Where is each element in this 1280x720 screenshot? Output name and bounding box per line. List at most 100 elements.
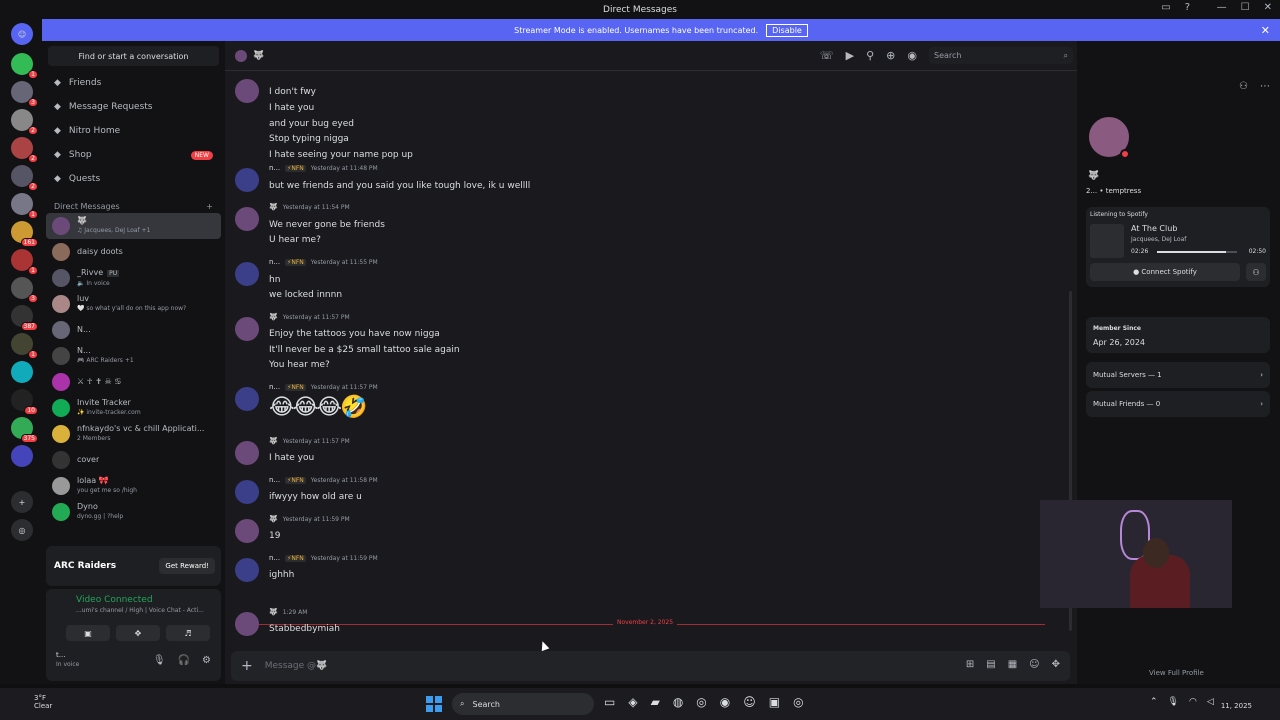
message-author[interactable]: 🐺 xyxy=(269,608,278,616)
nav-quests[interactable]: ◆ Quests xyxy=(42,167,225,191)
headphones-icon[interactable]: 🎧 xyxy=(178,655,190,666)
nav-nitro-home[interactable]: ◆ Nitro Home xyxy=(42,119,225,143)
connect-spotify-button[interactable]: ● Connect Spotify xyxy=(1090,263,1240,281)
task-view-icon[interactable]: ▭ xyxy=(604,695,615,709)
nav-friends[interactable]: ◆ Friends xyxy=(42,71,225,95)
obs-icon[interactable]: ◉ xyxy=(720,695,730,709)
weather-widget[interactable]: 3°F Clear xyxy=(34,694,52,710)
listen-along-button[interactable]: ⚇ xyxy=(1246,263,1266,281)
discord-home-icon[interactable]: ☺ xyxy=(11,23,33,45)
profile-toggle-icon[interactable]: ◉ xyxy=(907,49,917,62)
steam-app-icon[interactable]: ◎ xyxy=(793,695,803,709)
message-author[interactable]: n... xyxy=(269,476,280,484)
dm-item[interactable]: daisy doots xyxy=(46,239,221,265)
edge-icon[interactable]: ◍ xyxy=(673,695,683,709)
clipchamp-icon[interactable]: ▣ xyxy=(769,695,780,709)
add-friend-icon[interactable]: ⚇ xyxy=(1239,81,1248,92)
settings-icon[interactable]: ⚙ xyxy=(202,655,211,666)
activity-button[interactable]: ✥ xyxy=(116,625,160,641)
tray-mic-icon[interactable]: 🎙 xyxy=(1168,697,1179,707)
file-explorer-icon[interactable]: ▰ xyxy=(651,695,660,709)
wifi-icon[interactable]: ◠ xyxy=(1189,697,1197,707)
dm-item[interactable]: nfnkaydo's vc & chill Applicati... 2 Memb… xyxy=(46,421,221,447)
dm-item[interactable]: luv 🤍 so what y'all do on this app now? xyxy=(46,291,221,317)
message-avatar[interactable] xyxy=(235,441,259,465)
mutual-friends-row[interactable]: Mutual Friends — 0 › xyxy=(1086,391,1270,417)
server-icon[interactable]: 375 xyxy=(11,417,38,443)
dm-item[interactable]: _Rivve PU 🔈 In voice xyxy=(46,265,221,291)
voice-channel[interactable]: ...umi's channel / High | Voice Chat - A… xyxy=(76,607,204,614)
message-avatar[interactable] xyxy=(235,480,259,504)
message-author[interactable]: n... xyxy=(269,383,280,391)
message-author[interactable]: n... xyxy=(269,258,280,266)
composer-input[interactable]: Message @🐺 xyxy=(265,661,328,671)
dm-item[interactable]: 🐺 ♫ Jacquees, DeJ Loaf +1 xyxy=(46,213,221,239)
dm-item[interactable]: Dyno dyno.gg | ?help xyxy=(46,499,221,525)
search-input[interactable]: Search ⌕ xyxy=(929,47,1073,64)
message-author[interactable]: 🐺 xyxy=(269,313,278,321)
dm-item[interactable]: N... xyxy=(46,317,221,343)
maximize-icon[interactable]: ☐ xyxy=(1241,2,1250,13)
message-avatar[interactable] xyxy=(235,519,259,543)
track-artist[interactable]: Jacquees, DeJ Loaf xyxy=(1131,236,1186,243)
discover-icon[interactable]: ◎ xyxy=(11,519,33,541)
server-icon[interactable]: 161 xyxy=(11,221,38,247)
message-author[interactable]: n... xyxy=(269,554,280,562)
taskbar-search[interactable]: ⌕ Search xyxy=(452,693,594,715)
mic-icon[interactable]: 🎙 xyxy=(153,655,166,666)
add-server-icon[interactable]: + xyxy=(11,491,33,513)
message-avatar[interactable] xyxy=(235,387,259,411)
create-dm-icon[interactable]: + xyxy=(206,202,213,211)
mutual-servers-row[interactable]: Mutual Servers — 1 › xyxy=(1086,362,1270,388)
server-icon[interactable]: 3 xyxy=(11,277,38,303)
message-avatar[interactable] xyxy=(235,79,259,103)
message-avatar[interactable] xyxy=(235,168,259,192)
copilot-icon[interactable]: ◈ xyxy=(628,695,637,709)
volume-icon[interactable]: ◁ xyxy=(1207,697,1214,707)
more-icon[interactable]: ⋯ xyxy=(1260,81,1270,92)
dm-item[interactable]: N... 🎮 ARC Raiders +1 xyxy=(46,343,221,369)
message-list[interactable]: November 2, 2025 I don't fwy I hate you an… xyxy=(225,71,1070,641)
find-conversation-button[interactable]: Find or start a conversation xyxy=(48,46,219,66)
dm-item[interactable]: Invite Tracker ✨ invite-tracker.com xyxy=(46,395,221,421)
video-call-icon[interactable]: ▶ xyxy=(846,49,854,62)
gif-icon[interactable]: ▤ xyxy=(986,659,995,670)
sticker-icon[interactable]: ▦ xyxy=(1008,659,1017,670)
inbox-icon[interactable]: ▭ xyxy=(1161,2,1170,13)
server-icon[interactable] xyxy=(11,361,33,383)
gift-icon[interactable]: ⊞ xyxy=(966,659,974,670)
server-icon[interactable]: 1 xyxy=(11,249,38,275)
disable-streamer-button[interactable]: Disable xyxy=(766,23,808,37)
server-icon[interactable]: 387 xyxy=(11,305,38,331)
close-banner-icon[interactable]: ✕ xyxy=(1261,24,1270,37)
discord-icon[interactable]: ☺ xyxy=(743,695,756,709)
close-icon[interactable]: ✕ xyxy=(1264,2,1272,13)
start-icon[interactable] xyxy=(426,696,442,712)
message-composer[interactable]: + Message @🐺 ⊞ ▤ ▦ ☺ ✥ xyxy=(231,651,1070,681)
voice-call-icon[interactable]: ☏ xyxy=(820,49,834,62)
server-icon[interactable]: 10 xyxy=(11,389,38,415)
server-icon[interactable]: 3 xyxy=(11,81,38,107)
message-author[interactable]: 🐺 xyxy=(269,515,278,523)
nav-message-requests[interactable]: ◆ Message Requests xyxy=(42,95,225,119)
server-icon[interactable]: 2 xyxy=(11,165,38,191)
message-author[interactable]: 🐺 xyxy=(269,437,278,445)
nav-shop[interactable]: ◆ Shop NEW xyxy=(42,143,225,167)
help-icon[interactable]: ? xyxy=(1185,2,1190,13)
message-avatar[interactable] xyxy=(235,262,259,286)
server-icon[interactable]: 1 xyxy=(11,333,38,359)
apps-icon[interactable]: ✥ xyxy=(1052,659,1060,670)
minimize-icon[interactable]: — xyxy=(1217,2,1227,13)
camera-button[interactable]: ▣ xyxy=(66,625,110,641)
server-icon[interactable]: 2 xyxy=(11,137,38,163)
clock-date[interactable]: 11, 2025 xyxy=(1221,702,1252,710)
server-icon[interactable]: 1 xyxy=(11,193,38,219)
message-avatar[interactable] xyxy=(235,612,259,636)
attach-icon[interactable]: + xyxy=(241,658,253,674)
add-friends-icon[interactable]: ⊕ xyxy=(886,49,895,62)
emoji-icon[interactable]: ☺ xyxy=(1029,659,1039,670)
dm-item[interactable]: cover xyxy=(46,447,221,473)
server-icon[interactable] xyxy=(11,445,33,467)
server-icon[interactable]: 1 xyxy=(11,53,38,79)
tray-chevron-icon[interactable]: ⌃ xyxy=(1150,697,1158,707)
